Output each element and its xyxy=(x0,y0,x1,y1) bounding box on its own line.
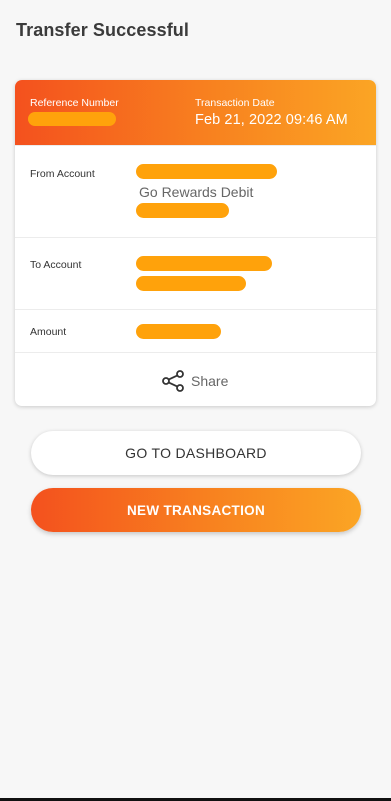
from-account-row: From Account Go Rewards Debit xyxy=(15,145,376,237)
amount-label: Amount xyxy=(30,326,67,338)
receipt-header: Reference Number Transaction Date Feb 21… xyxy=(15,80,376,145)
share-button[interactable]: Share xyxy=(15,352,376,406)
reference-number-redacted xyxy=(28,112,116,126)
reference-number-label: Reference Number xyxy=(30,97,119,109)
to-account-label: To Account xyxy=(30,259,82,271)
transfer-success-screen: Transfer Successful Reference Number Tra… xyxy=(0,0,391,801)
share-label: Share xyxy=(191,373,229,389)
from-account-name-redacted xyxy=(136,164,277,179)
go-to-dashboard-button[interactable]: GO TO DASHBOARD xyxy=(31,431,361,475)
to-account-name-redacted xyxy=(136,256,272,271)
page-title: Transfer Successful xyxy=(16,20,189,40)
to-account-row: To Account xyxy=(15,237,376,309)
share-icon xyxy=(162,370,184,392)
amount-row: Amount xyxy=(15,309,376,352)
transaction-date-value: Feb 21, 2022 09:46 AM xyxy=(195,112,348,128)
new-transaction-button[interactable]: NEW TRANSACTION xyxy=(31,488,361,532)
from-account-number-redacted xyxy=(136,203,229,218)
receipt-card: Reference Number Transaction Date Feb 21… xyxy=(15,80,376,406)
from-account-type: Go Rewards Debit xyxy=(139,184,254,200)
transaction-date-label: Transaction Date xyxy=(195,97,275,109)
from-account-label: From Account xyxy=(30,168,95,180)
to-account-number-redacted xyxy=(136,276,246,291)
amount-redacted xyxy=(136,324,221,339)
